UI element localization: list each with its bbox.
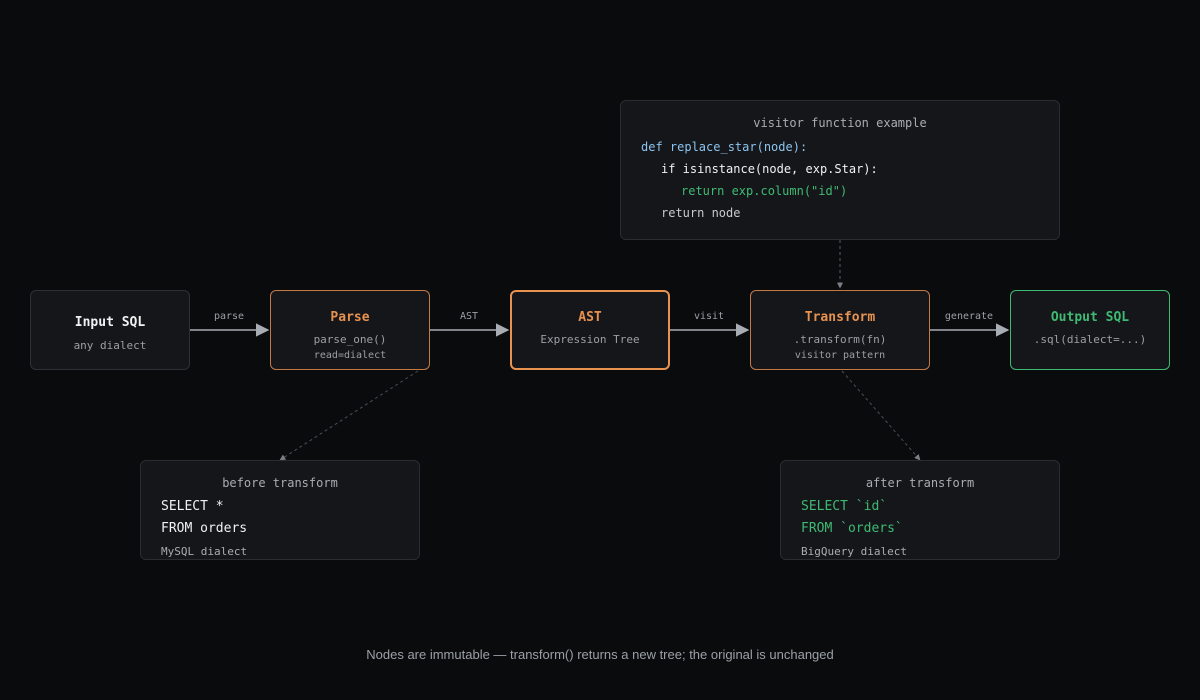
edge-label-visit: visit bbox=[693, 311, 725, 322]
visitor-code-line-3: return exp.column("id") bbox=[681, 184, 848, 198]
after-sql-line-1: SELECT `id` bbox=[801, 499, 888, 514]
node-input-sql-subtitle: any dialect bbox=[73, 339, 147, 352]
edge-label-parse: parse bbox=[213, 311, 245, 322]
visitor-example-card: visitor function example def replace_sta… bbox=[620, 100, 1060, 240]
node-parse: Parse parse_one() read=dialect bbox=[270, 290, 430, 370]
edge-label-ast: AST bbox=[459, 311, 479, 322]
before-dialect-label: MySQL dialect bbox=[161, 545, 248, 558]
visitor-code-line-4: return node bbox=[661, 206, 741, 220]
diagram-canvas: parse AST visit generate Input SQL any d… bbox=[0, 0, 1200, 700]
node-output-sql: Output SQL .sql(dialect=...) bbox=[1010, 290, 1170, 370]
before-transform-card: before transform SELECT * FROM orders My… bbox=[140, 460, 420, 560]
after-sql-line-2: FROM `orders` bbox=[801, 521, 903, 536]
node-ast-subtitle: Expression Tree bbox=[540, 333, 640, 346]
visitor-code-line-1: def replace_star(node): bbox=[641, 140, 808, 154]
after-dialect-label: BigQuery dialect bbox=[801, 545, 907, 558]
footer-note: Nodes are immutable — transform() return… bbox=[366, 647, 834, 662]
edge-parse-before bbox=[279, 370, 419, 461]
node-parse-detail: read=dialect bbox=[313, 350, 387, 361]
node-transform: Transform .transform(fn) visitor pattern bbox=[750, 290, 930, 370]
node-transform-subtitle: .transform(fn) bbox=[793, 333, 887, 346]
before-sql-line-2: FROM orders bbox=[161, 521, 248, 536]
edge-transform-after bbox=[841, 370, 921, 461]
node-output-sql-title: Output SQL bbox=[1050, 310, 1130, 325]
edge-label-generate: generate bbox=[944, 311, 994, 322]
node-parse-title: Parse bbox=[330, 310, 370, 325]
node-transform-title: Transform bbox=[804, 310, 876, 325]
before-transform-title: before transform bbox=[222, 476, 338, 490]
node-ast-title: AST bbox=[578, 310, 602, 325]
node-transform-detail: visitor pattern bbox=[794, 350, 886, 361]
node-input-sql-title: Input SQL bbox=[74, 315, 146, 330]
after-transform-card: after transform SELECT `id` FROM `orders… bbox=[780, 460, 1060, 560]
node-ast: AST Expression Tree bbox=[510, 290, 670, 370]
node-parse-subtitle: parse_one() bbox=[313, 333, 387, 346]
after-transform-title: after transform bbox=[865, 476, 975, 490]
node-input-sql: Input SQL any dialect bbox=[30, 290, 190, 370]
visitor-example-title: visitor function example bbox=[753, 116, 927, 130]
before-sql-line-1: SELECT * bbox=[161, 499, 224, 514]
node-output-sql-subtitle: .sql(dialect=...) bbox=[1033, 333, 1147, 346]
visitor-code-line-2: if isinstance(node, exp.Star): bbox=[661, 162, 878, 176]
